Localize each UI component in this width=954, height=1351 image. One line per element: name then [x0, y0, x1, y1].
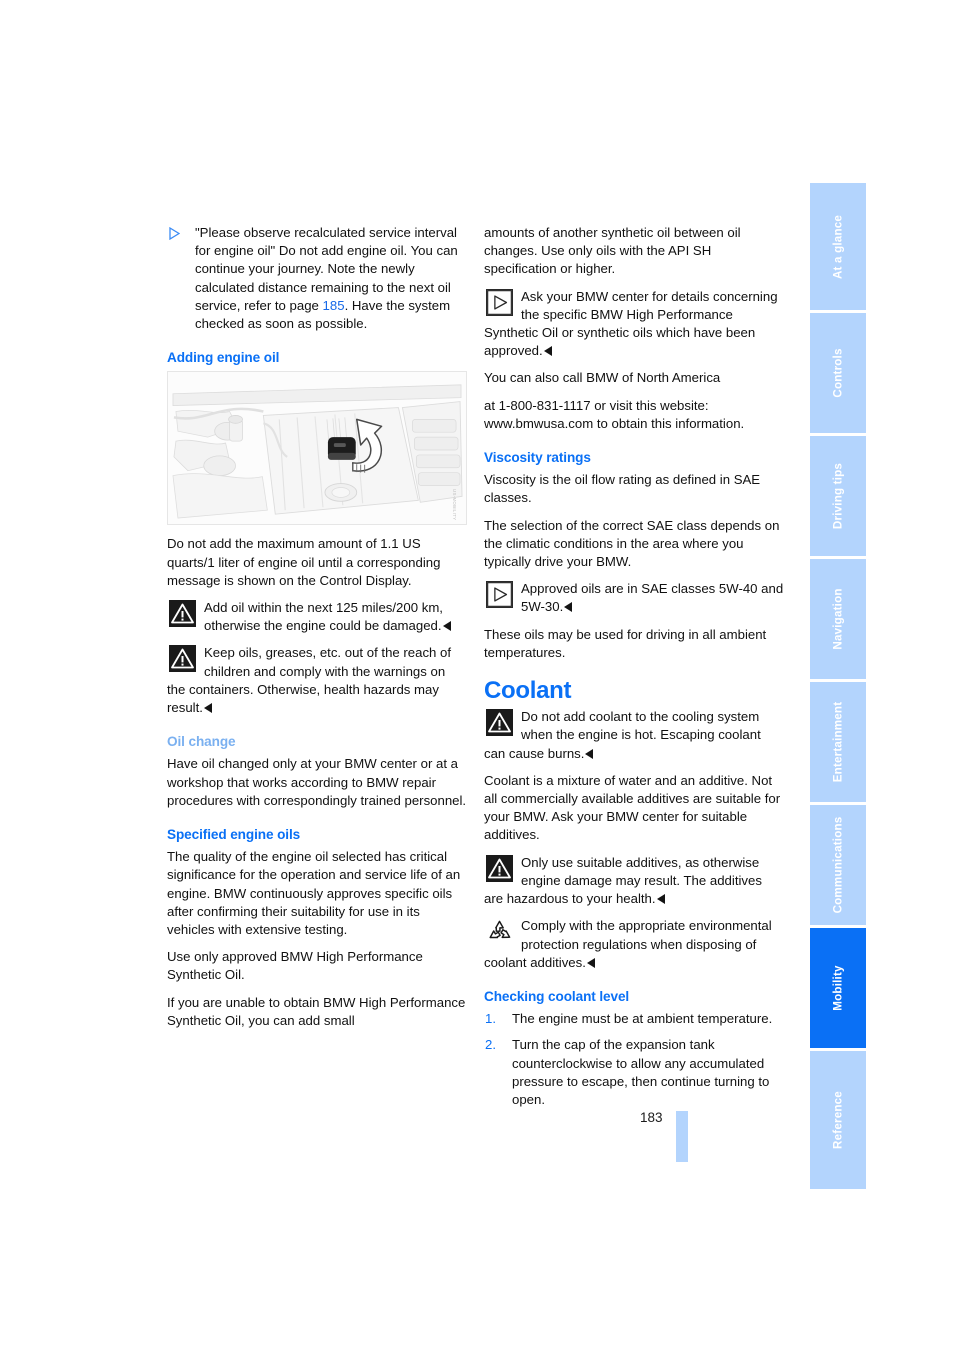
warning-add-oil: Add oil within the next 125 miles/200 km… — [167, 599, 467, 635]
tab-label: Communications — [831, 816, 845, 914]
heading-checking-coolant-level: Checking coolant level — [484, 988, 630, 1004]
warning-coolant-hot-text: Do not add coolant to the cooling system… — [484, 709, 761, 761]
heading-adding-engine-oil: Adding engine oil — [167, 350, 280, 366]
tab-reference[interactable]: Reference — [810, 1051, 866, 1189]
tab-navigation[interactable]: Navigation — [810, 559, 866, 679]
list-item: 2. Turn the cap of the expansion tank co… — [484, 1036, 784, 1109]
warning-add-oil-text: Add oil within the next 125 miles/200 km… — [204, 600, 443, 634]
warning-triangle-icon — [169, 645, 196, 673]
info-ask-bmw-center: Ask your BMW center for details concerni… — [484, 288, 784, 361]
paragraph-viscosity-3: These oils may be used for driving in al… — [484, 626, 767, 660]
tab-entertainment[interactable]: Entertainment — [810, 682, 866, 802]
info-ask-bmw-center-text: Ask your BMW center for details concerni… — [484, 288, 778, 359]
list-item: 1. The engine must be at ambient tempera… — [484, 1010, 784, 1028]
note-environmental-disposal: Comply with the appropriate environmenta… — [484, 917, 784, 972]
step-number: 2. — [485, 1037, 496, 1053]
paragraph-call-2: at 1-800-831-1117 or visit this website:… — [484, 397, 745, 431]
info-triangle-box-icon — [486, 581, 513, 609]
page-reference-link[interactable]: 185 — [323, 298, 345, 313]
paragraph-oil-change: Have oil changed only at your BMW center… — [167, 756, 467, 808]
checking-coolant-steps: 1. The engine must be at ambient tempera… — [484, 1010, 784, 1109]
step-number: 1. — [485, 1011, 496, 1027]
end-marker-icon — [586, 957, 595, 968]
tab-communications[interactable]: Communications — [810, 805, 866, 925]
paragraph-specified-1: The quality of the engine oil selected h… — [167, 849, 461, 938]
note-environmental-disposal-text: Comply with the appropriate environmenta… — [484, 918, 772, 970]
oil-filler-cap — [327, 437, 356, 461]
tab-controls[interactable]: Controls — [810, 313, 866, 433]
heading-coolant: Coolant — [484, 677, 572, 705]
engine-bay-oil-filler-illustration: US-MOBILITY — [167, 371, 467, 526]
end-marker-icon — [585, 748, 594, 759]
heading-viscosity-ratings: Viscosity ratings — [484, 450, 591, 466]
triangle-right-icon — [169, 227, 180, 240]
chapter-tab-rail: At a glance Controls Driving tips Naviga… — [810, 183, 866, 1192]
paragraph-specified-2: Use only approved BMW High Performance S… — [167, 949, 423, 983]
bullet-note-service-interval: "Please observe recalculated service int… — [167, 224, 467, 333]
end-marker-icon — [656, 894, 665, 905]
tab-label: Mobility — [831, 965, 845, 1011]
tab-at-a-glance[interactable]: At a glance — [810, 183, 866, 310]
warning-suitable-additives-text: Only use suitable additives, as otherwis… — [484, 854, 762, 907]
recycling-icon — [486, 918, 513, 946]
end-marker-icon — [543, 346, 552, 357]
paragraph-coolant-mixture: Coolant is a mixture of water and an add… — [484, 772, 781, 843]
heading-oil-change: Oil change — [167, 734, 236, 750]
info-triangle-box-icon — [486, 288, 513, 316]
paragraph-call-1: You can also call BMW of North America — [484, 370, 721, 386]
left-text-column: "Please observe recalculated service int… — [167, 224, 467, 1039]
tab-label: Controls — [831, 348, 845, 398]
end-marker-icon — [564, 602, 573, 613]
tab-label: Driving tips — [831, 462, 845, 530]
warning-keep-oils: Keep oils, greases, etc. out of the reac… — [167, 644, 467, 717]
warning-triangle-icon — [486, 854, 513, 882]
end-marker-icon — [442, 621, 451, 632]
info-sae-classes: Approved oils are in SAE classes 5W-40 a… — [484, 580, 784, 616]
warning-suitable-additives: Only use suitable additives, as otherwis… — [484, 854, 784, 909]
tab-label: At a glance — [831, 214, 845, 279]
figure-credit: US-MOBILITY — [452, 489, 457, 521]
manual-page: "Please observe recalculated service int… — [0, 0, 954, 1351]
paragraph-continued: amounts of another synthetic oil between… — [484, 225, 741, 277]
paragraph-viscosity-1: Viscosity is the oil flow rating as defi… — [484, 472, 761, 506]
warning-coolant-hot: Do not add coolant to the cooling system… — [484, 708, 784, 763]
paragraph-specified-3: If you are unable to obtain BMW High Per… — [167, 994, 466, 1028]
tab-label: Reference — [831, 1091, 845, 1149]
tab-mobility[interactable]: Mobility — [810, 928, 866, 1048]
tab-driving-tips[interactable]: Driving tips — [810, 436, 866, 556]
info-sae-classes-text: Approved oils are in SAE classes 5W-40 a… — [521, 581, 784, 615]
page-number-bar — [676, 1111, 688, 1162]
tab-label: Entertainment — [831, 701, 845, 783]
paragraph-max-amount: Do not add the maximum amount of 1.1 US … — [167, 536, 441, 588]
right-text-column: amounts of another synthetic oil between… — [484, 224, 784, 1117]
end-marker-icon — [203, 703, 212, 714]
paragraph-viscosity-2: The selection of the correct SAE class d… — [484, 517, 780, 570]
heading-specified-engine-oils: Specified engine oils — [167, 827, 301, 843]
tab-label: Navigation — [831, 588, 845, 650]
page-number: 183 — [640, 1110, 663, 1125]
step-text: The engine must be at ambient temperatur… — [512, 1011, 773, 1027]
step-text: Turn the cap of the expansion tank count… — [512, 1037, 770, 1107]
warning-triangle-icon — [486, 709, 513, 737]
engine-bay-drawing — [168, 372, 466, 525]
warning-triangle-icon — [169, 600, 196, 628]
